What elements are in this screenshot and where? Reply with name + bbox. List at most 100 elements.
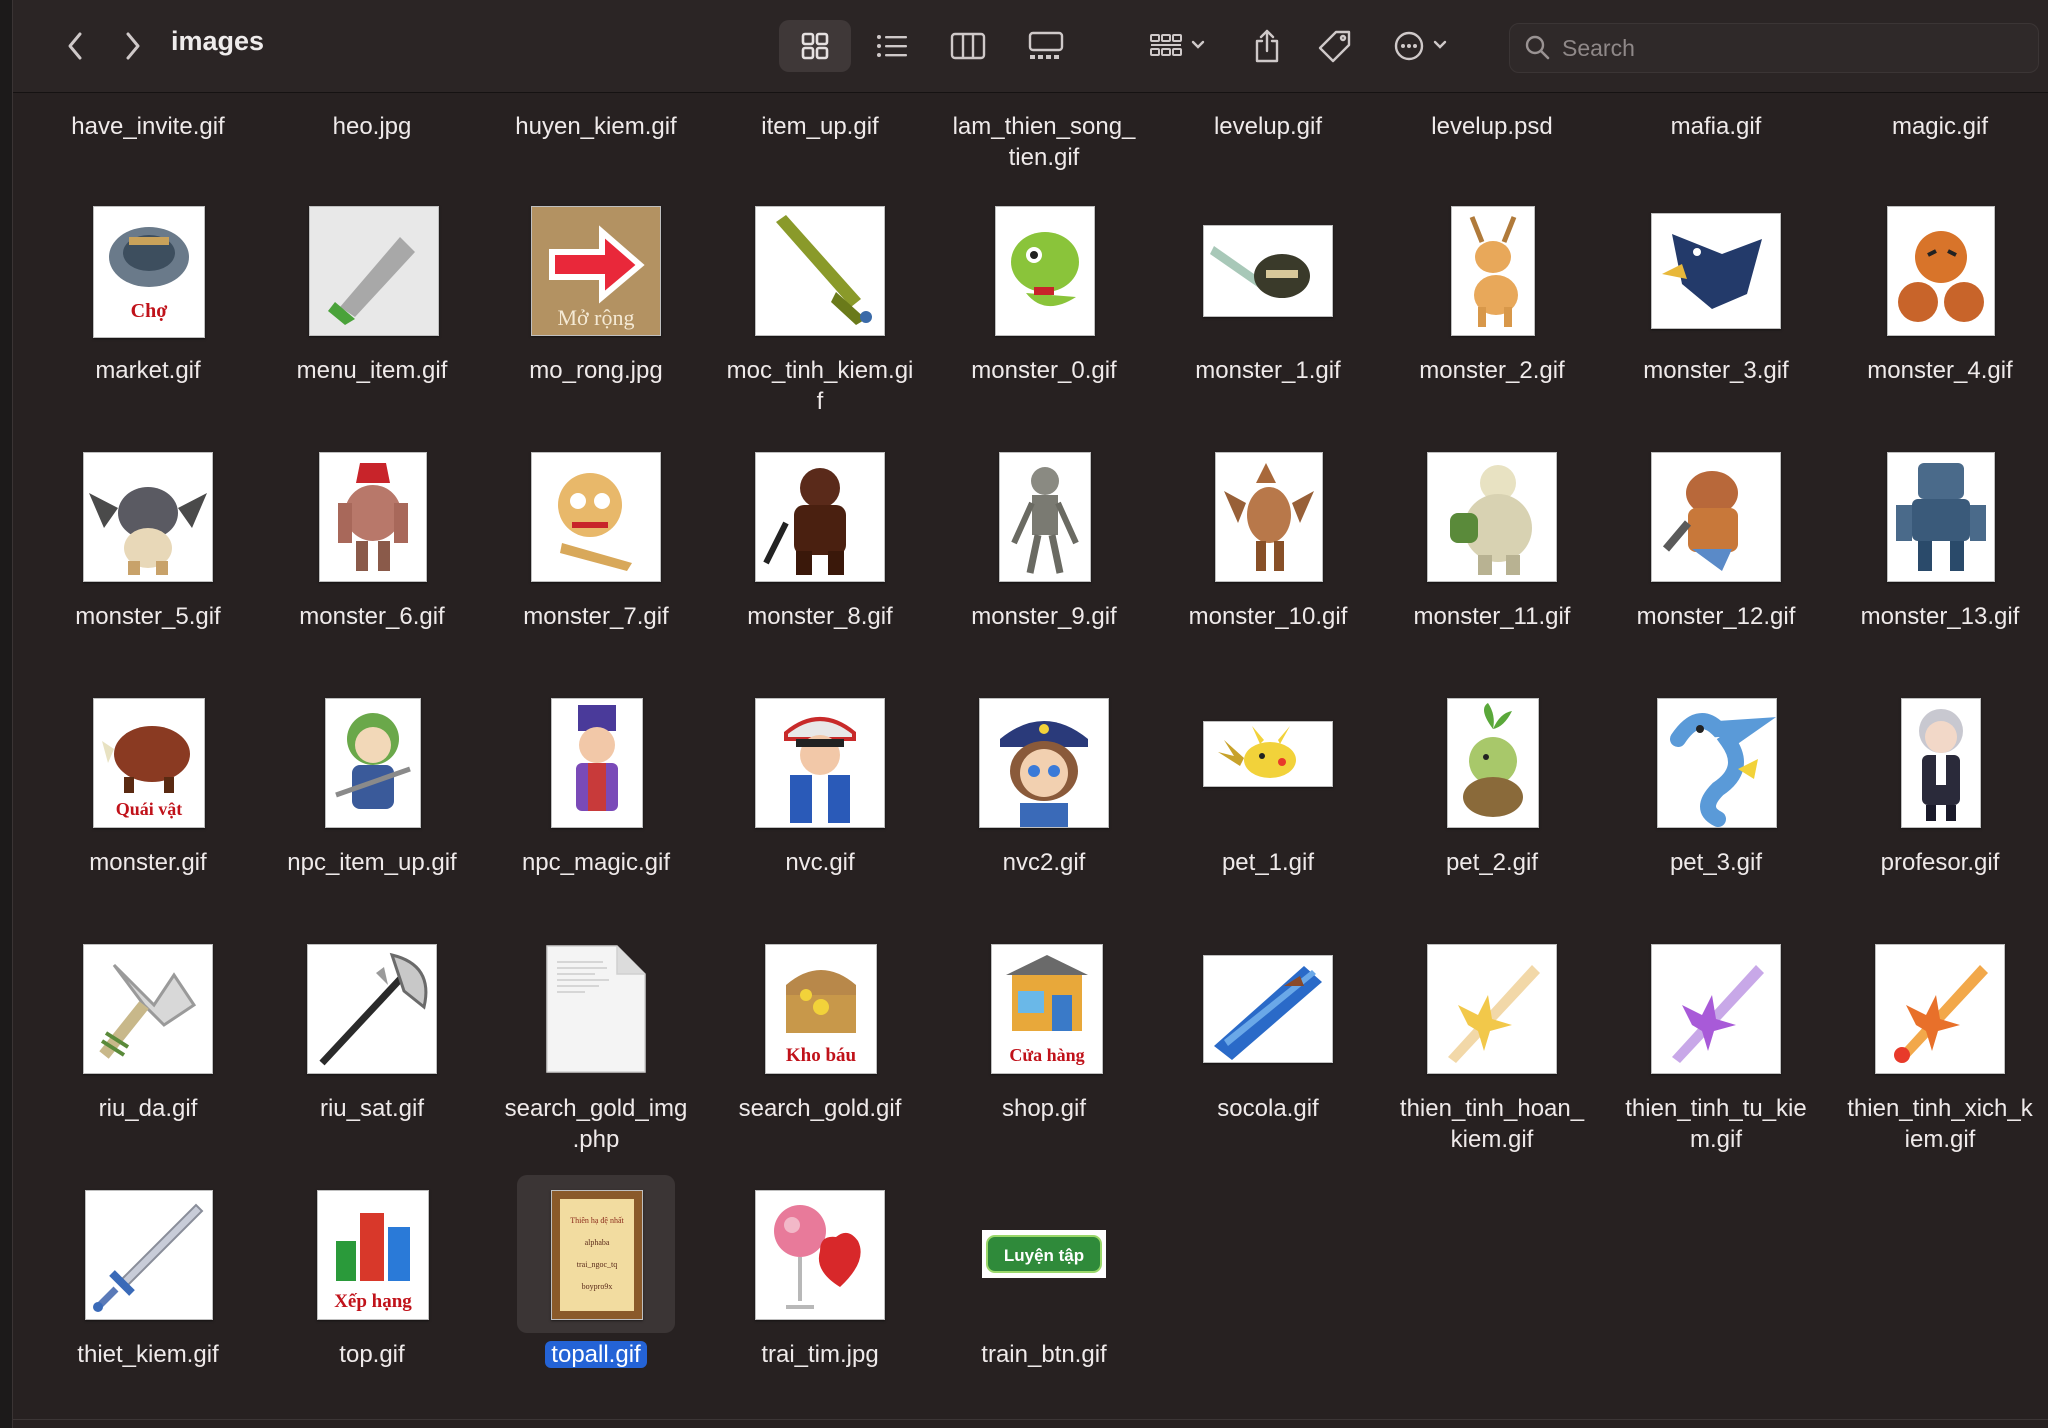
thumbnail-image: Cửa hàng <box>991 944 1103 1074</box>
file-name: thiet_kiem.gif <box>77 1341 219 1368</box>
file-name: monster_11.gif <box>1413 603 1571 630</box>
file-name: top.gif <box>339 1341 405 1368</box>
search-field[interactable] <box>1509 23 2039 73</box>
file-name: pet_1.gif <box>1221 849 1315 876</box>
file-name: monster_6.gif <box>299 603 445 630</box>
svg-text:alphaba: alphaba <box>585 1238 610 1247</box>
thumbnail-image <box>83 452 213 582</box>
thumbnail-image <box>85 1190 213 1320</box>
file-name: monster_9.gif <box>971 603 1117 630</box>
thumb-caption: Xếp hạng <box>334 1291 412 1312</box>
file-grid: have_invite.gif heo.jpg huyen_kiem.gif i… <box>13 93 2048 1428</box>
share-button[interactable] <box>1241 20 1293 72</box>
search-input[interactable] <box>1552 33 2038 63</box>
thumbnail-image <box>979 698 1109 828</box>
thumbnail-image <box>1651 452 1781 582</box>
file-name: thien_tinh_tu_kie m.gif <box>1625 1095 1807 1153</box>
thumbnail-image <box>1875 944 2005 1074</box>
thumbnail-image <box>1887 206 1995 336</box>
thumbnail-image: Chợ <box>93 206 205 338</box>
thumbnail-image <box>1427 944 1557 1074</box>
file-name: shop.gif <box>1001 1095 1087 1122</box>
file-name: pet_2.gif <box>1445 849 1539 876</box>
window-title: images <box>171 26 265 56</box>
thumbnail-image <box>1657 698 1777 828</box>
thumbnail-image: Luyện tập <box>981 1229 1107 1279</box>
thumbnail-image: Thiên hạ đệ nhất alphaba trai_ngoc_tqboypr… <box>551 1190 643 1320</box>
column-view-button[interactable] <box>937 20 999 72</box>
thumbnail-image: Kho báu <box>765 944 877 1074</box>
file-name: search_gold.gif <box>738 1095 902 1122</box>
tag-button[interactable] <box>1309 20 1361 72</box>
thumb-caption: Cửa hàng <box>1009 1045 1084 1065</box>
thumbnail-image <box>755 1190 885 1320</box>
thumbnail-image <box>999 452 1091 582</box>
icon-view-icon <box>801 32 829 60</box>
thumbnail-image <box>1447 698 1539 828</box>
thumb-caption: Thiên hạ đệ nhất <box>570 1216 624 1225</box>
group-button[interactable] <box>1143 20 1215 72</box>
file-name: riu_da.gif <box>98 1095 198 1122</box>
thumbnail-image <box>307 944 437 1074</box>
file-name: monster_7.gif <box>523 603 669 630</box>
file-name: monster_1.gif <box>1195 357 1341 384</box>
file-name: have_invite.gif <box>71 113 225 140</box>
chevron-right-icon <box>126 32 140 60</box>
thumbnail-image <box>1203 721 1333 787</box>
thumb-caption: Kho báu <box>786 1045 857 1066</box>
file-name: socola.gif <box>1217 1095 1319 1122</box>
file-name: monster_0.gif <box>971 357 1117 384</box>
thumbnail-image <box>309 206 439 336</box>
file-name: monster_5.gif <box>75 603 221 630</box>
thumbnail-image <box>1203 955 1333 1063</box>
icon-view-button[interactable] <box>779 20 851 72</box>
gallery-view-button[interactable] <box>1013 20 1079 72</box>
thumb-caption: Luyện tập <box>1004 1246 1084 1265</box>
file-name: magic.gif <box>1891 113 1989 140</box>
thumbnail-image <box>325 698 421 828</box>
file-name: monster_10.gif <box>1188 603 1348 630</box>
file-name: monster_3.gif <box>1643 357 1789 384</box>
file-name: monster.gif <box>89 849 207 876</box>
thumbnail-image <box>755 452 885 582</box>
file-name: train_btn.gif <box>981 1341 1107 1368</box>
svg-text:trai_ngoc_tq: trai_ngoc_tq <box>577 1260 617 1269</box>
svg-text:boypro9x: boypro9x <box>582 1282 613 1291</box>
thumbnail-image <box>1215 452 1323 582</box>
thumbnail-image <box>551 698 643 828</box>
file-name: monster_13.gif <box>1860 603 2020 630</box>
file-name: menu_item.gif <box>296 357 448 384</box>
file-name: nvc.gif <box>785 849 855 876</box>
file-name: huyen_kiem.gif <box>515 113 677 140</box>
file-name: lam_thien_song_ tien.gif <box>952 113 1136 171</box>
thumb-caption: Chợ <box>131 300 168 322</box>
file-name: pet_3.gif <box>1669 849 1763 876</box>
search-icon <box>1525 35 1550 60</box>
thumbnail-image <box>1427 452 1557 582</box>
file-name: npc_item_up.gif <box>287 849 457 876</box>
file-name: item_up.gif <box>761 113 879 140</box>
more-button[interactable] <box>1383 20 1463 72</box>
toolbar: images <box>13 0 2048 93</box>
file-name: thien_tinh_hoan_ kiem.gif <box>1399 1095 1585 1153</box>
group-icon <box>1150 34 1205 56</box>
file-name: trai_tim.jpg <box>761 1341 879 1368</box>
file-name: moc_tinh_kiem.gi f <box>726 357 914 415</box>
thumbnail-image <box>83 944 213 1074</box>
file-name: monster_8.gif <box>747 603 893 630</box>
forward-button[interactable] <box>107 20 159 72</box>
back-button[interactable] <box>49 20 101 72</box>
finder-window: images Search have_invite.gif heo.jpg hu… <box>12 0 2048 1428</box>
file-name: npc_magic.gif <box>521 849 671 876</box>
list-view-button[interactable] <box>861 20 923 72</box>
file-name: monster_12.gif <box>1636 603 1796 630</box>
thumbnail-image <box>1451 206 1535 336</box>
more-icon <box>1394 31 1447 61</box>
chevron-left-icon <box>68 32 82 60</box>
file-name: monster_4.gif <box>1867 357 2013 384</box>
thumbnail-image: Xếp hạng <box>317 1190 429 1320</box>
file-name: levelup.gif <box>1213 113 1323 140</box>
file-name: mo_rong.jpg <box>529 357 663 384</box>
file-name: profesor.gif <box>1880 849 2000 876</box>
file-name: market.gif <box>95 357 201 384</box>
